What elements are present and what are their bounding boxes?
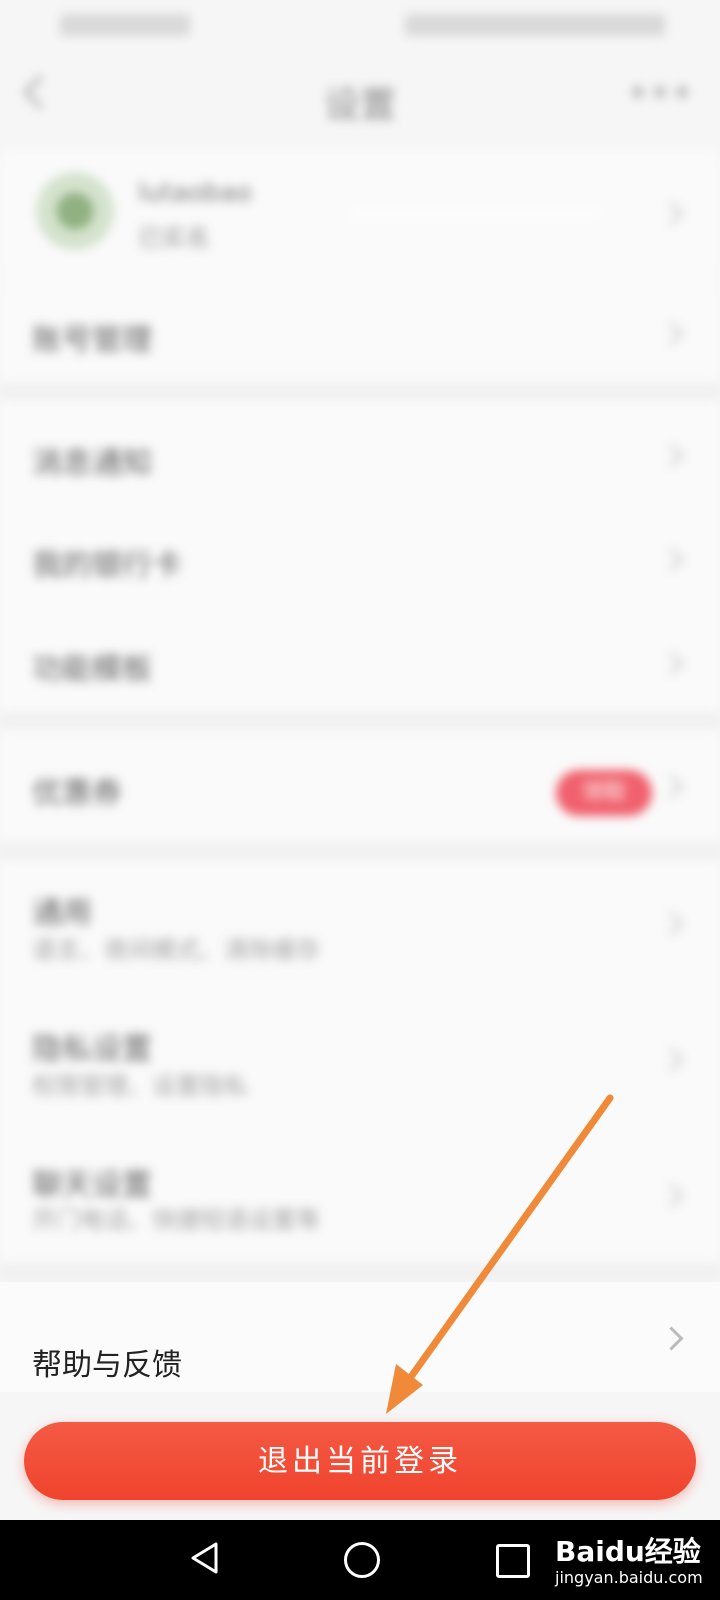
list-item-label: 账号管理: [32, 323, 152, 358]
status-bar: [0, 0, 720, 50]
list-item-label: 隐私设置: [32, 1032, 152, 1067]
help-feedback-label: 帮助与反馈: [32, 1348, 182, 1383]
logout-button[interactable]: 退出当前登录: [24, 1422, 696, 1500]
list-item-account-management[interactable]: 账号管理: [0, 282, 720, 382]
list-item-label: 功能模板: [32, 652, 152, 687]
chevron-right-icon: [659, 1183, 684, 1208]
chevron-right-icon: [659, 774, 684, 799]
section-divider: [0, 712, 720, 730]
list-item-chat-settings[interactable]: 聊天设置 开门电话、快捷短语设置等: [0, 1132, 720, 1262]
nav-back-icon[interactable]: [190, 1542, 220, 1574]
list-item-subtitle: 权限管理、设置隐私: [32, 1072, 248, 1100]
avatar: [36, 172, 114, 250]
section-divider: [0, 382, 720, 400]
chevron-right-icon: [659, 1047, 684, 1072]
watermark-brand: Baidu经验: [555, 1535, 701, 1568]
list-item-general[interactable]: 通用 语言、夜间模式、清除缓存: [0, 860, 720, 996]
settings-screen: 设置 lutaobao 已实名 账号管理 消息通知 我的银行卡 功能模板 优惠券: [0, 0, 720, 1600]
list-item-bank-cards[interactable]: 我的银行卡: [0, 504, 720, 608]
list-item-subtitle: 开门电话、快捷短语设置等: [32, 1206, 320, 1234]
chevron-right-icon: [659, 321, 684, 346]
list-item-subtitle: 语言、夜间模式、清除缓存: [32, 936, 320, 964]
list-item-label: 我的银行卡: [32, 548, 182, 583]
status-badge: 领取: [556, 770, 652, 816]
watermark-logo: Baidu经验 jingyan.baidu.com: [555, 1530, 703, 1587]
status-bar-right: [405, 14, 665, 36]
list-item-privacy[interactable]: 隐私设置 权限管理、设置隐私: [0, 996, 720, 1132]
nav-recents-icon[interactable]: [496, 1544, 530, 1578]
chevron-right-icon: [659, 651, 684, 676]
chevron-right-icon: [659, 911, 684, 936]
status-bar-left: [60, 14, 190, 36]
section-divider: [0, 1262, 720, 1282]
nav-home-icon[interactable]: [344, 1542, 380, 1578]
list-item-label: 优惠券: [32, 776, 122, 811]
chevron-right-icon: [659, 443, 684, 468]
watermark-url: jingyan.baidu.com: [555, 1568, 703, 1587]
page-title: 设置: [323, 85, 396, 126]
list-item-notifications[interactable]: 消息通知: [0, 400, 720, 504]
list-item-templates[interactable]: 功能模板: [0, 608, 720, 712]
redaction-bar: [350, 208, 600, 218]
list-item-label: 通用: [32, 896, 92, 931]
list-item-label: 消息通知: [32, 446, 152, 481]
account-name: lutaobao: [138, 178, 253, 208]
section-divider: [0, 842, 720, 860]
more-icon[interactable]: [632, 86, 688, 100]
chevron-right-icon: [659, 547, 684, 572]
list-item-label: 聊天设置: [32, 1168, 152, 1203]
account-status: 已实名: [138, 224, 210, 252]
